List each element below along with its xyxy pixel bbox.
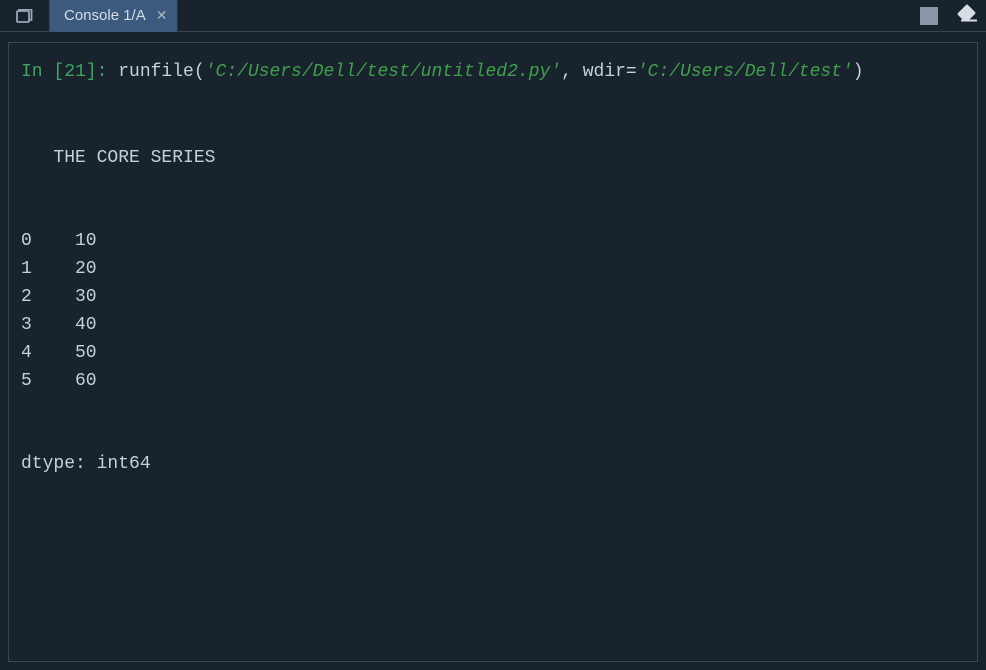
output-row: 1 20	[21, 256, 965, 284]
output-row: 4 50	[21, 340, 965, 368]
cmd-arg1: 'C:/Users/Dell/test/untitled2.py'	[205, 62, 561, 82]
tab-console[interactable]: Console 1/A ✕	[50, 0, 178, 32]
cmd-arg2: 'C:/Users/Dell/test'	[637, 62, 853, 82]
console-content-wrapper: In [21]: runfile('C:/Users/Dell/test/unt…	[0, 32, 986, 670]
input-prompt-line: In [21]: runfile('C:/Users/Dell/test/unt…	[21, 59, 965, 87]
section1-dtype: dtype: int64	[21, 451, 965, 479]
output-row: 5 60	[21, 368, 965, 396]
stop-icon[interactable]	[920, 7, 938, 25]
eraser-icon[interactable]	[956, 4, 978, 28]
tab-label: Console 1/A	[64, 7, 146, 24]
section1-header: THE CORE SERIES	[21, 145, 965, 173]
output-row: 0 10	[21, 228, 965, 256]
output-row: 2 30	[21, 284, 965, 312]
tab-bar: Console 1/A ✕	[0, 0, 986, 32]
browse-tabs-icon[interactable]	[0, 0, 50, 32]
console-output-area[interactable]: In [21]: runfile('C:/Users/Dell/test/unt…	[8, 42, 978, 662]
cmd-close: )	[853, 62, 864, 82]
output-row: 3 40	[21, 312, 965, 340]
cmd-sep: , wdir=	[561, 62, 637, 82]
close-icon[interactable]: ✕	[156, 7, 168, 24]
cmd-fn: runfile(	[118, 62, 204, 82]
prompt-label: In [21]:	[21, 62, 118, 82]
output-block: THE CORE SERIES 0 101 202 303 404 505 60…	[21, 89, 965, 662]
